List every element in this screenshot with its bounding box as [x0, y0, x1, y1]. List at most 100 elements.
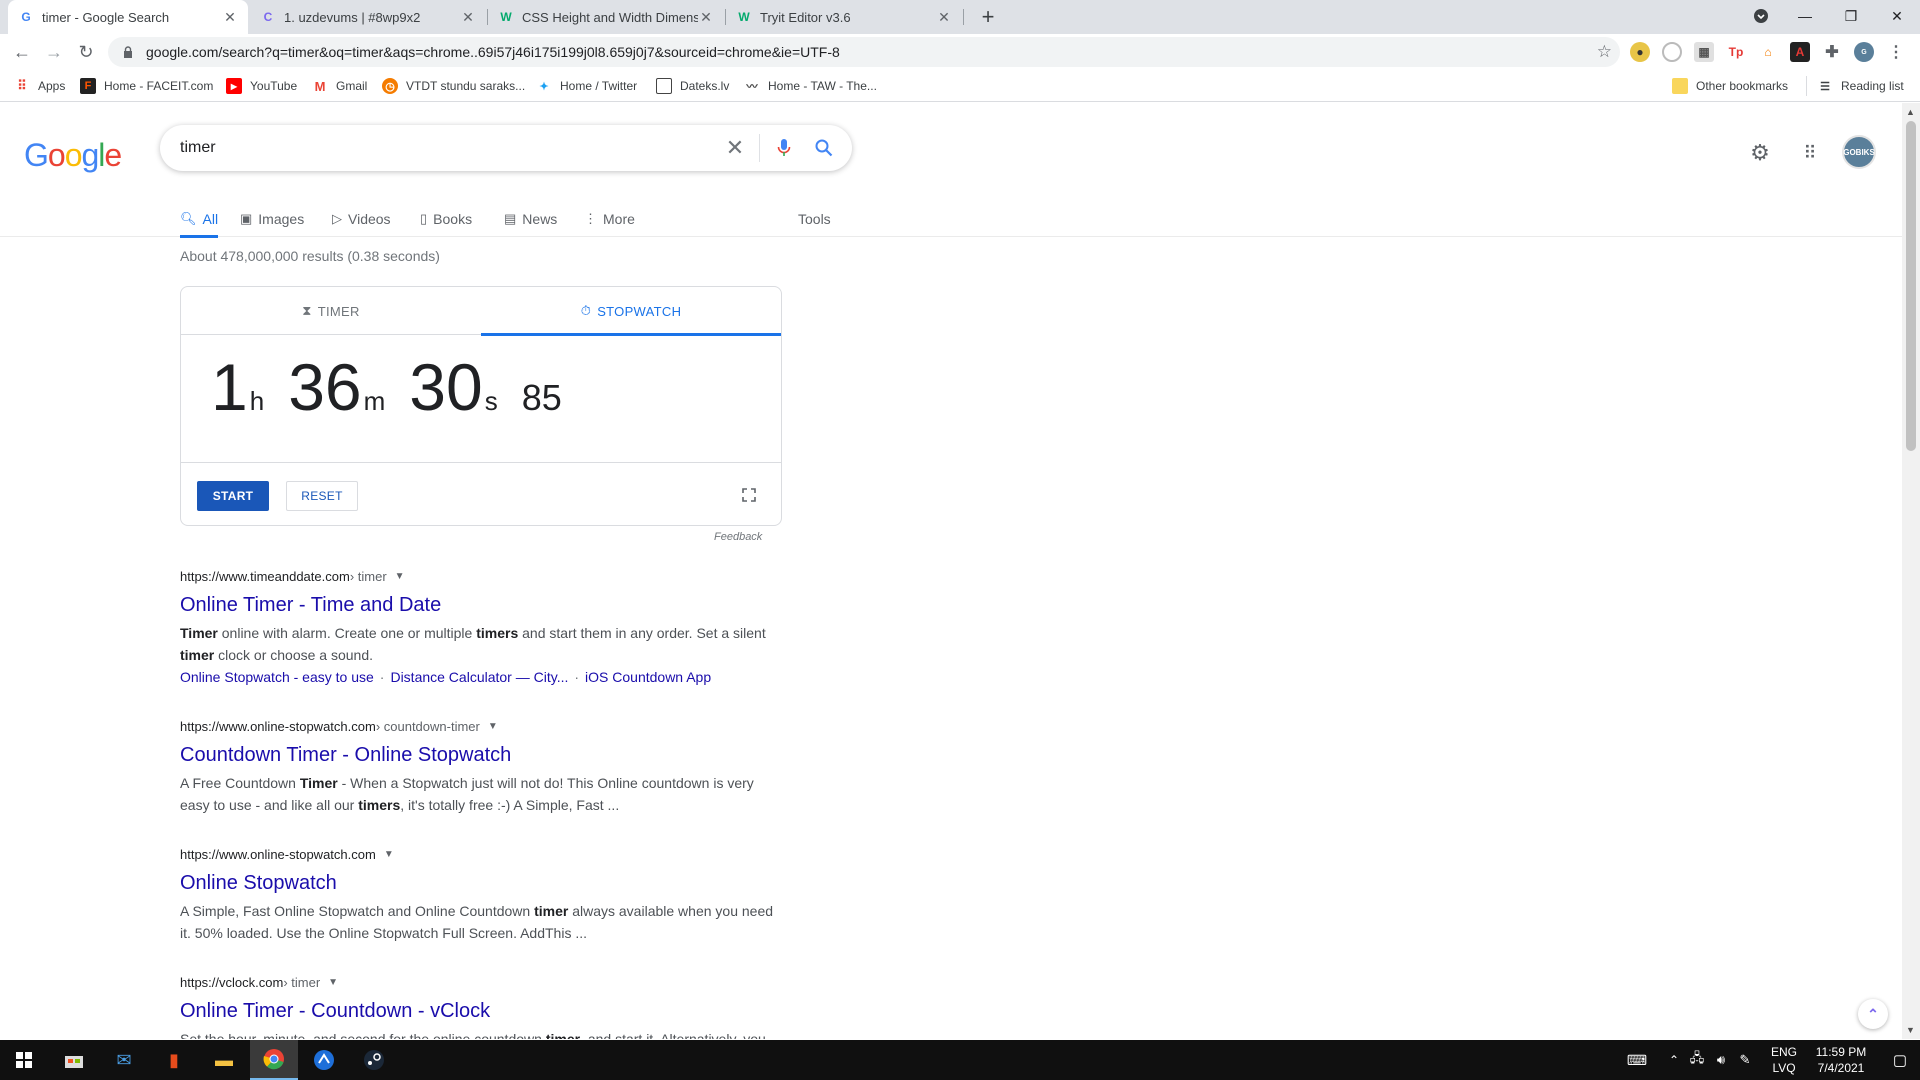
extension-icon[interactable]: [1662, 42, 1682, 62]
timer-tab[interactable]: ⧗ TIMER: [181, 287, 481, 335]
tab-title: Tryit Editor v3.6: [760, 9, 851, 25]
file-explorer-icon[interactable]: ▬: [200, 1040, 248, 1080]
system-clock[interactable]: 11:59 PM 7/4/2021: [1806, 1044, 1876, 1076]
start-button[interactable]: START: [197, 481, 269, 511]
sitelink[interactable]: iOS Countdown App: [585, 669, 711, 685]
search-input[interactable]: timer: [180, 139, 715, 157]
caret-down-icon[interactable]: ▼: [328, 977, 338, 988]
address-bar[interactable]: google.com/search?q=timer&oq=timer&aqs=c…: [108, 37, 1620, 67]
bookmark-faceit[interactable]: F Home - FACEIT.com: [80, 76, 213, 96]
google-logo[interactable]: Google: [24, 137, 122, 174]
scroll-up-arrow-icon[interactable]: ▲: [1906, 107, 1915, 117]
reset-button[interactable]: RESET: [286, 481, 358, 511]
result-url[interactable]: https://www.online-stopwatch.com ▼: [180, 847, 780, 862]
reload-button[interactable]: ↻: [72, 38, 100, 66]
result-url[interactable]: https://www.online-stopwatch.com › count…: [180, 719, 780, 734]
account-avatar[interactable]: GOBIKS: [1842, 135, 1876, 169]
chrome-taskbar-icon[interactable]: [250, 1040, 298, 1080]
bookmark-youtube[interactable]: ▶ YouTube: [226, 76, 297, 96]
caret-down-icon[interactable]: ▼: [395, 571, 405, 582]
input-language[interactable]: ENG LVQ: [1766, 1044, 1802, 1076]
tab-videos[interactable]: ▷ Videos: [332, 201, 391, 237]
scrollbar-thumb[interactable]: [1906, 121, 1916, 451]
bookmark-vtdt[interactable]: ◷ VTDT stundu saraks...: [382, 76, 525, 96]
result-url[interactable]: https://vclock.com › timer ▼: [180, 975, 780, 990]
steam-icon[interactable]: [350, 1040, 398, 1080]
puzzle-extensions-icon[interactable]: ✚: [1822, 42, 1842, 62]
tab-news[interactable]: ▤ News: [504, 201, 557, 237]
forward-button[interactable]: →: [40, 38, 68, 66]
bookmark-apps[interactable]: ⠿ Apps: [14, 76, 65, 96]
search-icon[interactable]: [804, 128, 844, 168]
search-box[interactable]: timer ✕: [160, 125, 852, 171]
result-title[interactable]: Online Timer - Countdown - vClock: [180, 998, 780, 1024]
page-scrollbar[interactable]: ▲ ▼: [1902, 103, 1920, 1039]
bookmark-gmail[interactable]: M Gmail: [312, 76, 368, 96]
bookmark-dateks[interactable]: Dateks.lv: [656, 76, 729, 96]
fullscreen-icon[interactable]: [737, 483, 761, 507]
caret-down-icon[interactable]: ▼: [488, 721, 498, 732]
caret-down-icon[interactable]: ▼: [384, 849, 394, 860]
other-bookmarks[interactable]: Other bookmarks: [1672, 76, 1788, 96]
close-window-button[interactable]: ✕: [1874, 0, 1920, 32]
new-tab-button[interactable]: +: [976, 4, 1000, 29]
close-tab-icon[interactable]: ✕: [698, 9, 714, 25]
sitelink[interactable]: Online Stopwatch - easy to use: [180, 669, 374, 685]
extension-icon[interactable]: ⌂: [1758, 42, 1778, 62]
tab-strip: G timer - Google Search ✕ C 1. uzdevums …: [0, 0, 1920, 34]
google-apps-grid-icon[interactable]: ⠿: [1794, 137, 1826, 169]
extension-icon[interactable]: Tp: [1726, 42, 1746, 62]
notifications-icon[interactable]: ▢: [1882, 1040, 1918, 1080]
stopwatch-tab[interactable]: ⏱︎ STOPWATCH: [481, 287, 781, 336]
keyboard-icon[interactable]: ⌨: [1622, 1040, 1652, 1080]
close-tab-icon[interactable]: ✕: [936, 9, 952, 25]
bookmark-star-icon[interactable]: ☆: [1597, 42, 1612, 62]
app-taskbar-icon[interactable]: [300, 1040, 348, 1080]
menu-kebab-icon[interactable]: ⋮: [1886, 42, 1906, 62]
store-icon[interactable]: [50, 1040, 98, 1080]
result-title[interactable]: Online Stopwatch: [180, 870, 780, 896]
volume-icon[interactable]: 🔊︎: [1710, 1040, 1732, 1080]
extension-icon[interactable]: ▦: [1694, 42, 1714, 62]
browser-tab-tryit-editor[interactable]: W Tryit Editor v3.6 ✕: [726, 0, 962, 34]
result-domain: https://www.timeanddate.com: [180, 569, 350, 584]
tab-search-button[interactable]: [1738, 0, 1784, 32]
show-hidden-icons-icon[interactable]: ⌃: [1664, 1040, 1684, 1080]
browser-tab-uzdevums[interactable]: C 1. uzdevums | #8wp9x2 ✕: [250, 0, 486, 34]
tools-button[interactable]: Tools: [798, 201, 831, 237]
bookmark-taw[interactable]: 〰 Home - TAW - The...: [744, 76, 877, 96]
browser-tab-google-search[interactable]: G timer - Google Search ✕: [8, 0, 248, 34]
network-icon[interactable]: 🖧︎: [1686, 1040, 1708, 1080]
close-tab-icon[interactable]: ✕: [222, 9, 238, 25]
mail-icon[interactable]: ✉: [100, 1040, 148, 1080]
office-icon[interactable]: ▮: [150, 1040, 198, 1080]
reading-list[interactable]: ☰ Reading list: [1806, 76, 1904, 96]
restore-button[interactable]: ❐: [1828, 0, 1874, 32]
extension-icon[interactable]: A: [1790, 42, 1810, 62]
result-title[interactable]: Online Timer - Time and Date: [180, 592, 780, 618]
close-tab-icon[interactable]: ✕: [460, 9, 476, 25]
minimize-button[interactable]: —: [1782, 0, 1828, 32]
tab-more[interactable]: ⋮ More: [584, 201, 635, 237]
feedback-link[interactable]: Feedback: [714, 531, 762, 543]
browser-tab-css-dimension[interactable]: W CSS Height and Width Dimension ✕: [488, 0, 724, 34]
clickup-floating-icon[interactable]: ⌃: [1858, 999, 1888, 1029]
extension-icon[interactable]: ●: [1630, 42, 1650, 62]
clear-search-icon[interactable]: ✕: [715, 128, 755, 168]
scroll-down-arrow-icon[interactable]: ▼: [1906, 1025, 1915, 1035]
profile-avatar-icon[interactable]: G: [1854, 42, 1874, 62]
tab-books[interactable]: ▯ Books: [420, 201, 472, 237]
tab-all[interactable]: 🔍︎ All: [180, 201, 219, 238]
sitelink[interactable]: Distance Calculator — City...: [390, 669, 568, 685]
result-snippet: A Free Countdown Timer - When a Stopwatc…: [180, 772, 780, 816]
tab-images[interactable]: ▣ Images: [240, 201, 304, 237]
microphone-icon[interactable]: [764, 128, 804, 168]
pen-icon[interactable]: ✎: [1734, 1040, 1756, 1080]
windows-start-icon[interactable]: [0, 1040, 48, 1080]
back-button[interactable]: ←: [8, 38, 36, 66]
result-url[interactable]: https://www.timeanddate.com › timer ▼: [180, 569, 780, 584]
settings-gear-icon[interactable]: ⚙: [1744, 137, 1776, 169]
bookmark-twitter[interactable]: ✦ Home / Twitter: [536, 76, 637, 96]
snippet-line: A Free Countdown Timer - When a Stopwatc…: [180, 775, 754, 791]
result-title[interactable]: Countdown Timer - Online Stopwatch: [180, 742, 780, 768]
